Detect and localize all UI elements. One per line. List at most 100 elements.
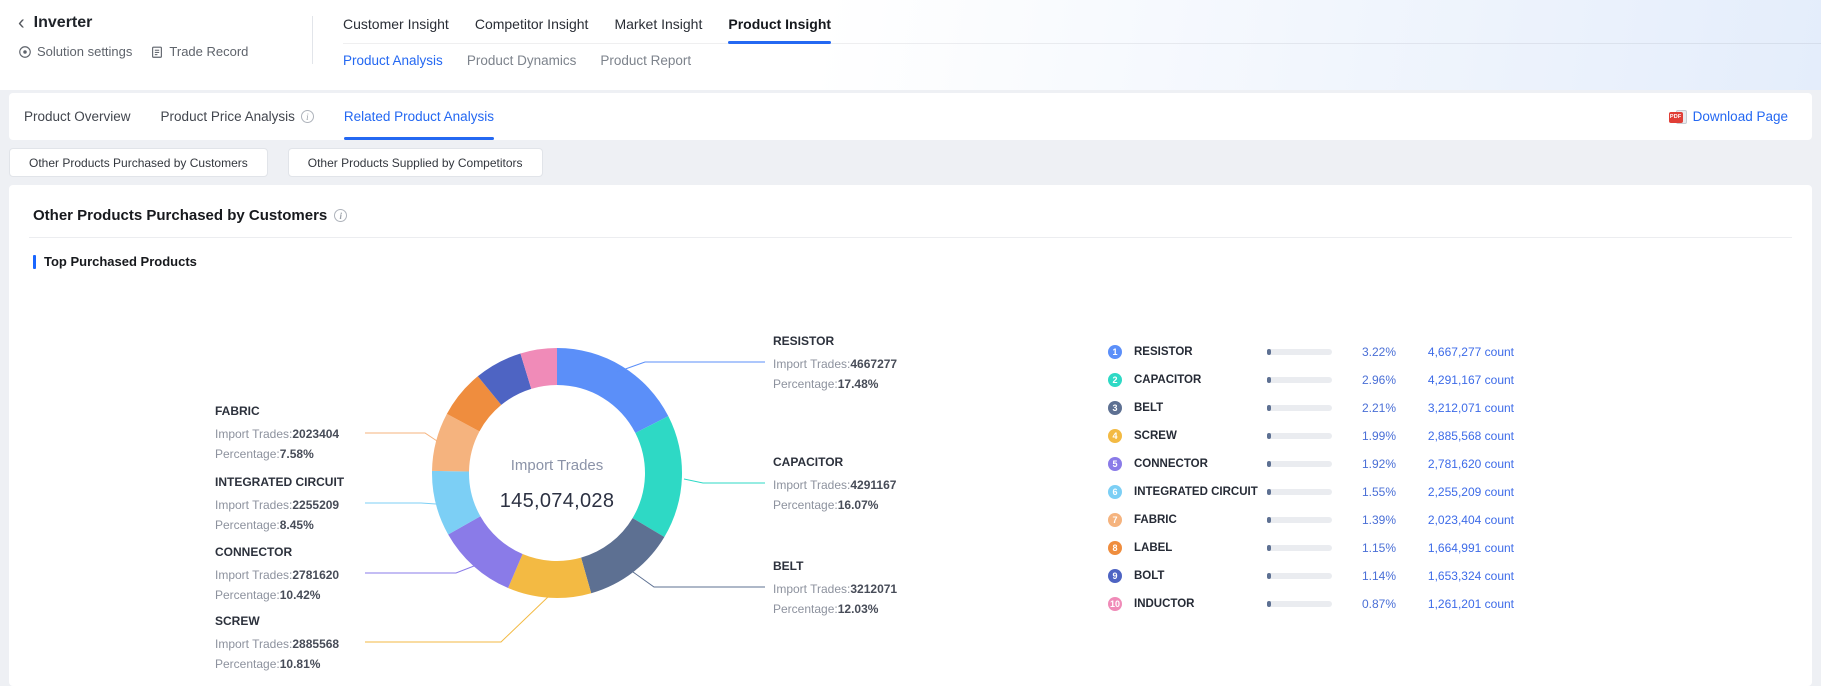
rank-progress-fill (1267, 517, 1271, 523)
header-action-label: Trade Record (169, 44, 248, 59)
toolbar-tab-product-overview[interactable]: Product Overview (24, 93, 131, 140)
rank-progress-fill (1267, 461, 1271, 467)
rank-progress-bar (1267, 489, 1332, 495)
tab-product-insight[interactable]: Product Insight (728, 8, 831, 44)
section-title: Other Products Purchased by Customers (33, 207, 327, 224)
rank-count: 1,664,991 count (1396, 541, 1514, 555)
rank-progress-fill (1267, 433, 1271, 439)
leader-line-screw (365, 596, 549, 642)
download-page-button[interactable]: PDF Download Page (1669, 109, 1788, 125)
rank-name: INTEGRATED CIRCUIT (1134, 486, 1267, 498)
toolbar-tabs: Product Overview Product Price Analysis i R… (24, 93, 524, 140)
rank-count: 3,212,071 count (1396, 401, 1514, 415)
rank-badge: 1 (1108, 345, 1122, 359)
ranking-row-label[interactable]: 8LABEL1.15%1,664,991 count (1108, 534, 1504, 562)
analysis-toolbar: Product Overview Product Price Analysis i R… (9, 93, 1812, 140)
info-icon[interactable]: i (334, 209, 347, 222)
pdf-icon: PDF (1669, 109, 1687, 125)
slice-label-percentage: Percentage:16.07% (773, 495, 943, 515)
ranking-row-connector[interactable]: 5CONNECTOR1.92%2,781,620 count (1108, 450, 1504, 478)
slice-label-resistor: RESISTORImport Trades:4667277Percentage:… (773, 334, 943, 394)
ranking-row-resistor[interactable]: 1RESISTOR3.22%4,667,277 count (1108, 338, 1504, 366)
rank-count: 2,885,568 count (1396, 429, 1514, 443)
leader-line-capacitor (684, 479, 765, 483)
filter-chips: Other Products Purchased by Customers Oth… (9, 148, 543, 177)
donut-slice-resistor[interactable] (557, 348, 668, 433)
subtab-product-analysis[interactable]: Product Analysis (343, 53, 443, 68)
donut-slice-capacitor[interactable] (633, 416, 682, 537)
leader-line-resistor (617, 362, 765, 372)
slice-label-capacitor: CAPACITOR Import Trades:4291167Percentage… (773, 455, 943, 515)
rank-progress-fill (1267, 405, 1271, 411)
back-button[interactable]: ‹ (18, 13, 25, 33)
slice-label-import-trades: Import Trades:2255209 (215, 495, 385, 515)
slice-label-name: BELT (773, 559, 943, 574)
page-title: Inverter (34, 14, 93, 32)
slice-label-import-trades: Import Trades:2781620 (215, 565, 385, 585)
rank-progress-bar (1267, 433, 1332, 439)
subtab-product-report[interactable]: Product Report (600, 53, 691, 68)
rank-count: 2,255,209 count (1396, 485, 1514, 499)
rank-progress-fill (1267, 377, 1271, 383)
header-action-trade-record[interactable]: Trade Record (150, 44, 248, 59)
tab-market-insight[interactable]: Market Insight (614, 8, 702, 44)
rank-progress-fill (1267, 601, 1271, 607)
toolbar-tab-label: Product Price Analysis (161, 109, 295, 124)
info-icon[interactable]: i (301, 110, 314, 123)
filter-chip-other-products-purchased-by-customers[interactable]: Other Products Purchased by Customers (9, 148, 268, 177)
rank-badge: 10 (1108, 597, 1122, 611)
donut-slice-screw[interactable] (508, 554, 591, 598)
chart-region: Import Trades 145,074,028 RESISTORImport… (9, 265, 1812, 686)
slice-label-name: CAPACITOR (773, 455, 943, 470)
slice-label-import-trades: Import Trades:3212071 (773, 579, 943, 599)
ranking-row-screw[interactable]: 4SCREW1.99%2,885,568 count (1108, 422, 1504, 450)
slice-label-connector: CONNECTORImport Trades:2781620Percentage… (215, 545, 385, 605)
ranking-row-capacitor[interactable]: 2CAPACITOR2.96%4,291,167 count (1108, 366, 1504, 394)
ranking-row-bolt[interactable]: 9BOLT1.14%1,653,324 count (1108, 562, 1504, 590)
rank-name: CONNECTOR (1134, 458, 1267, 470)
slice-label-percentage: Percentage:17.48% (773, 374, 943, 394)
rank-badge: 8 (1108, 541, 1122, 555)
rank-progress-fill (1267, 573, 1271, 579)
toolbar-tab-product-price-analysis[interactable]: Product Price Analysis i (161, 93, 314, 140)
tab-customer-insight[interactable]: Customer Insight (343, 8, 449, 44)
rank-name: LABEL (1134, 542, 1267, 554)
target-icon (18, 45, 32, 59)
filter-chip-other-products-supplied-by-competitors[interactable]: Other Products Supplied by Competitors (288, 148, 543, 177)
slice-label-percentage: Percentage:10.81% (215, 654, 385, 674)
rank-progress-bar (1267, 405, 1332, 411)
rank-badge: 9 (1108, 569, 1122, 583)
toolbar-tab-label: Product Overview (24, 109, 131, 124)
tab-competitor-insight[interactable]: Competitor Insight (475, 8, 589, 44)
section-divider (29, 237, 1792, 238)
ranking-row-integrated-circuit[interactable]: 6INTEGRATED CIRCUIT1.55%2,255,209 count (1108, 478, 1504, 506)
rank-badge: 4 (1108, 429, 1122, 443)
subtab-product-dynamics[interactable]: Product Dynamics (467, 53, 577, 68)
rank-progress-bar (1267, 517, 1332, 523)
rank-progress-fill (1267, 489, 1271, 495)
rank-percentage: 0.87% (1332, 597, 1396, 611)
header-action-solution-settings[interactable]: Solution settings (18, 44, 132, 59)
rank-badge: 7 (1108, 513, 1122, 527)
ranking-row-fabric[interactable]: 7FABRIC1.39%2,023,404 count (1108, 506, 1504, 534)
toolbar-tab-related-product-analysis[interactable]: Related Product Analysis (344, 93, 494, 140)
header-left: ‹ Inverter Solution settings Trade Record (0, 0, 313, 90)
section-title-row: Other Products Purchased by Customers i (33, 207, 347, 224)
rank-count: 4,667,277 count (1396, 345, 1514, 359)
ranking-row-inductor[interactable]: 10INDUCTOR0.87%1,261,201 count (1108, 590, 1504, 618)
rank-progress-fill (1267, 545, 1271, 551)
download-page-label: Download Page (1693, 109, 1788, 124)
slice-label-import-trades: Import Trades:2885568 (215, 634, 385, 654)
rank-name: RESISTOR (1134, 346, 1267, 358)
slice-label-name: CONNECTOR (215, 545, 385, 560)
slice-label-import-trades: Import Trades:4291167 (773, 475, 943, 495)
slice-label-percentage: Percentage:7.58% (215, 444, 385, 464)
toolbar-tab-label: Related Product Analysis (344, 109, 494, 124)
ranking-row-belt[interactable]: 3BELT2.21%3,212,071 count (1108, 394, 1504, 422)
rank-count: 2,781,620 count (1396, 457, 1514, 471)
rank-progress-bar (1267, 573, 1332, 579)
header-actions: Solution settings Trade Record (18, 44, 313, 59)
slice-label-integrated-circuit: INTEGRATED CIRCUITImport Trades:2255209P… (215, 475, 385, 535)
slice-label-name: SCREW (215, 614, 385, 629)
rank-progress-fill (1267, 349, 1271, 355)
